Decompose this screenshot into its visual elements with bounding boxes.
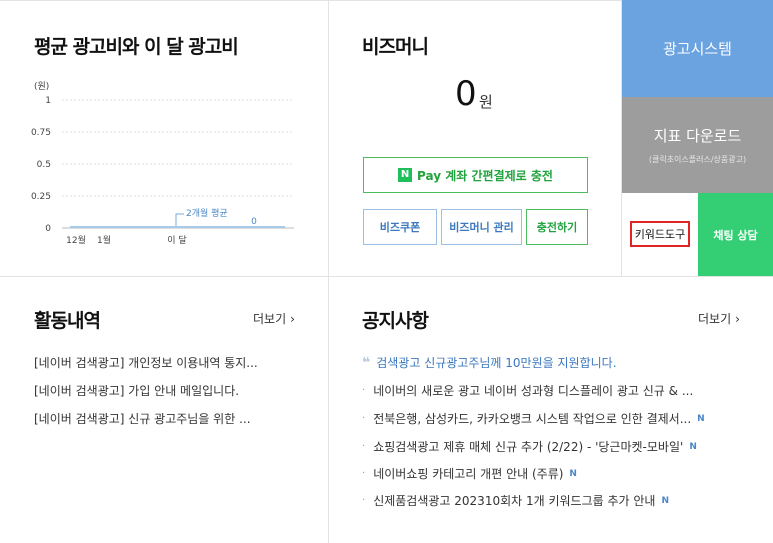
- notice-highlight-item[interactable]: ❝ 검색광고 신규광고주님께 10만원을 지원합니다.: [362, 354, 617, 371]
- bullet-icon: ·: [362, 468, 366, 479]
- notice-item[interactable]: · 네이버쇼핑 카테고리 개편 안내 (주류) N: [362, 465, 577, 482]
- chevron-right-icon: ›: [290, 312, 295, 326]
- keyword-tool-button[interactable]: 키워드도구: [630, 221, 690, 247]
- bullet-icon: ·: [362, 385, 366, 396]
- bullet-icon: ·: [362, 495, 366, 506]
- chart-y-tick-label: 0.75: [31, 128, 51, 138]
- notice-more-label: 더보기: [698, 312, 732, 326]
- notice-item-text: 쇼핑검색광고 제휴 매체 신규 추가 (2/22) - '당근마켓-모바일': [373, 440, 684, 454]
- bullet-icon: ·: [362, 441, 366, 452]
- chart-x-tick-label: 이 달: [167, 234, 186, 246]
- new-badge-icon: N: [689, 441, 697, 452]
- chart-value-label: 0: [251, 217, 257, 227]
- bizmoney-title: 비즈머니: [362, 36, 429, 58]
- bizmoney-manage-button[interactable]: 비즈머니 관리: [441, 209, 522, 245]
- notice-item-text: 신제품검색광고 202310회차 1개 키워드그룹 추가 안내: [373, 494, 656, 508]
- notice-item[interactable]: · 전북은행, 삼성카드, 카카오뱅크 시스템 작업으로 인한 결제서... N: [362, 410, 705, 427]
- charge-button[interactable]: 충전하기: [526, 209, 588, 245]
- activity-item[interactable]: [네이버 검색광고] 가입 안내 메일입니다.: [34, 382, 239, 399]
- activity-more-label: 더보기: [253, 312, 287, 326]
- report-download-tile[interactable]: 지표 다운로드 (클릭초이스플러스/상품광고): [622, 97, 773, 193]
- notice-item[interactable]: · 네이버의 새로운 광고 네이버 성과형 디스플레이 광고 신규 & ...: [362, 382, 693, 399]
- bullet-icon: ·: [362, 413, 366, 424]
- report-download-label: 지표 다운로드: [653, 127, 742, 145]
- chart-annotation-label: 2개월 평균: [186, 207, 228, 219]
- notice-highlight-text: 검색광고 신규광고주님께 10만원을 지원합니다.: [376, 356, 617, 370]
- activity-item[interactable]: [네이버 검색광고] 신규 광고주님을 위한 ...: [34, 410, 251, 427]
- notice-item[interactable]: · 신제품검색광고 202310회차 1개 키워드그룹 추가 안내 N: [362, 492, 669, 509]
- chat-support-label: 채팅 상담: [713, 228, 758, 242]
- notice-item-text: 전북은행, 삼성카드, 카카오뱅크 시스템 작업으로 인한 결제서...: [373, 412, 692, 426]
- bizmoney-unit: 원: [479, 93, 493, 111]
- chart-x-tick-label: 12월: [66, 234, 86, 246]
- npay-icon: N: [398, 168, 413, 182]
- chart-y-tick-label: 0.25: [31, 192, 51, 202]
- bizmoney-amount: 0: [455, 74, 477, 114]
- new-badge-icon: N: [661, 495, 670, 506]
- new-badge-icon: N: [697, 413, 705, 424]
- chevron-right-icon: ›: [735, 312, 740, 326]
- npay-charge-label: Pay 계좌 간편결제로 충전: [417, 168, 553, 183]
- chart-x-tick-label: 1월: [97, 234, 111, 246]
- ad-system-label: 광고시스템: [662, 40, 732, 58]
- notice-item-text: 네이버쇼핑 카테고리 개편 안내 (주류): [373, 467, 564, 481]
- ad-cost-chart: (원) 1 0.75 0.5 0.25 0 12월 1월 이 달 2개월 평균 0: [31, 81, 294, 246]
- notice-more-link[interactable]: 더보기 ›: [698, 310, 740, 327]
- divider-horizontal: [0, 276, 773, 277]
- activity-item[interactable]: [네이버 검색광고] 개인정보 이용내역 통지...: [34, 354, 258, 371]
- divider-vertical-1: [328, 0, 329, 543]
- quote-icon: ❝: [362, 354, 371, 371]
- activity-title: 활동내역: [34, 310, 101, 332]
- new-badge-icon: N: [569, 468, 577, 479]
- notice-item[interactable]: · 쇼핑검색광고 제휴 매체 신규 추가 (2/22) - '당근마켓-모바일' N: [362, 438, 697, 455]
- ad-system-tile[interactable]: 광고시스템: [622, 0, 773, 97]
- chat-support-tile[interactable]: 채팅 상담: [698, 193, 773, 276]
- chart-unit-label: (원): [34, 81, 49, 92]
- npay-charge-button[interactable]: N Pay 계좌 간편결제로 충전: [363, 157, 588, 193]
- report-download-sub: (클릭초이스플러스/상품광고): [648, 155, 747, 164]
- bizcoupon-button[interactable]: 비즈쿠폰: [363, 209, 437, 245]
- notice-item-text: 네이버의 새로운 광고 네이버 성과형 디스플레이 광고 신규 & ...: [373, 384, 694, 398]
- activity-more-link[interactable]: 더보기 ›: [253, 310, 295, 327]
- chart-y-tick-label: 1: [45, 96, 51, 106]
- chart-annotation-leader: [175, 213, 184, 226]
- chart-y-tick-label: 0.5: [37, 160, 51, 170]
- notice-title: 공지사항: [362, 310, 429, 332]
- chart-y-tick-label: 0: [45, 224, 51, 234]
